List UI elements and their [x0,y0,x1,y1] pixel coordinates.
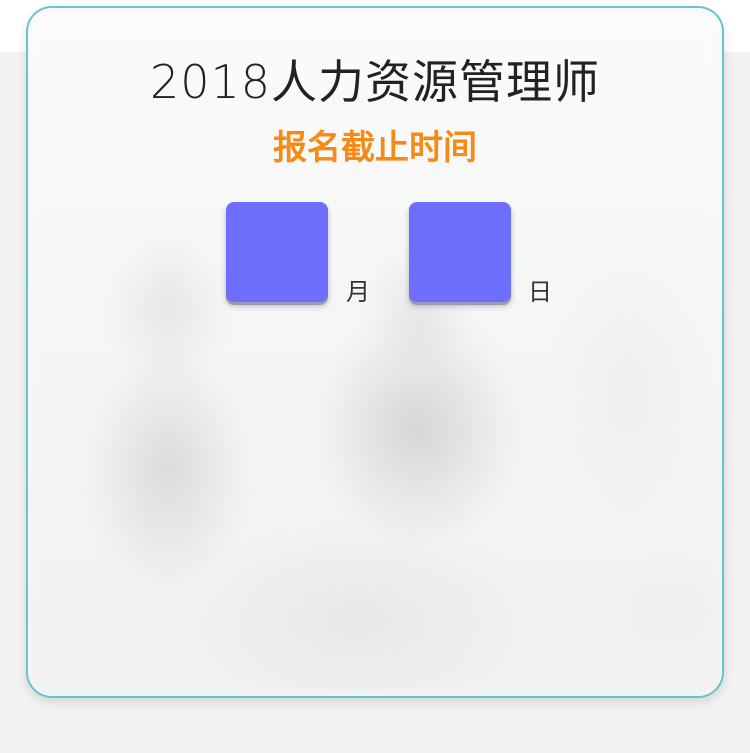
month-box [226,202,328,302]
day-label: 日 [528,278,552,306]
day-box [409,202,511,302]
page-title: 2018人力资源管理师 [149,55,601,109]
deadline-subtitle: 报名截止时间 [273,128,477,168]
deadline-card: 2018人力资源管理师 报名截止时间 月 日 [26,6,724,698]
month-label: 月 [346,278,370,306]
